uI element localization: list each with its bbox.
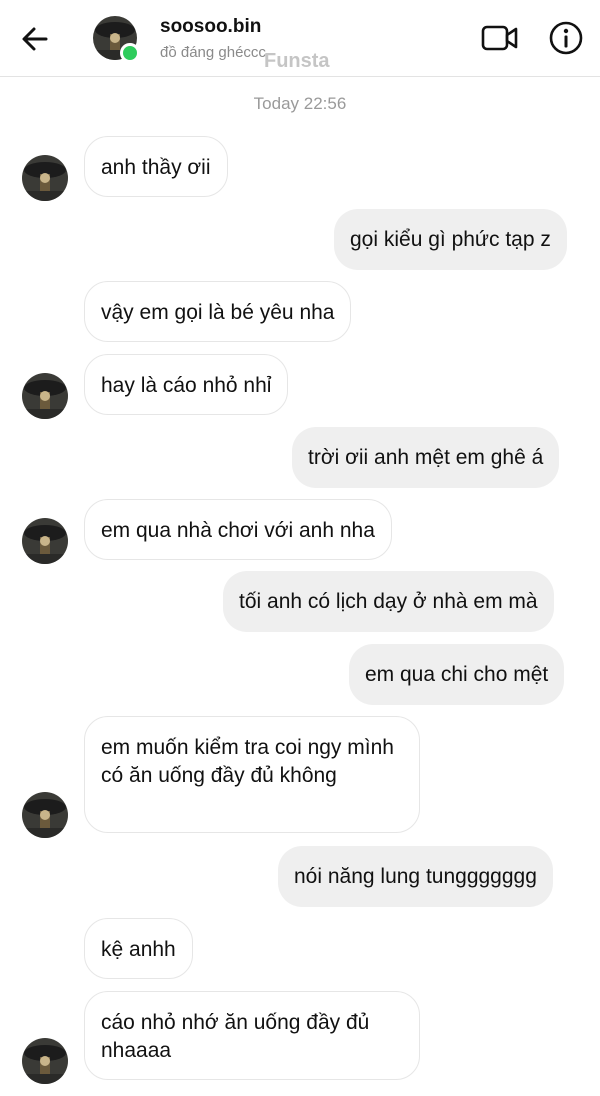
chat-status: đồ đáng ghéccc <box>160 44 266 61</box>
message-bubble-outgoing[interactable]: nói năng lung tunggggggg <box>278 846 553 907</box>
watermark: Funsta <box>264 50 330 72</box>
arrow-left-icon <box>22 27 48 51</box>
sender-avatar[interactable] <box>22 792 68 838</box>
message-bubble-incoming[interactable]: em muốn kiểm tra coi ngy mình có ăn uống… <box>84 716 420 833</box>
info-icon <box>549 21 583 55</box>
sender-avatar[interactable] <box>22 155 68 201</box>
avatar-image <box>22 518 68 564</box>
message-bubble-incoming[interactable]: anh thầy ơii <box>84 136 228 197</box>
message-bubble-incoming[interactable]: hay là cáo nhỏ nhỉ <box>84 354 289 415</box>
message-bubble-outgoing[interactable]: trời ơii anh mệt em ghê á <box>292 427 560 488</box>
avatar-image <box>22 792 68 838</box>
chat-username[interactable]: soosoo.bin <box>160 16 261 38</box>
message-bubble-outgoing[interactable]: em qua chi cho mệt <box>349 644 565 705</box>
sender-avatar[interactable] <box>22 1038 68 1084</box>
chat-header: soosoo.bin đồ đáng ghéccc Funsta <box>0 0 600 77</box>
avatar-image <box>22 373 68 419</box>
info-button[interactable] <box>548 20 584 56</box>
sender-avatar[interactable] <box>22 518 68 564</box>
message-bubble-outgoing[interactable]: tối anh có lịch dạy ở nhà em mà <box>223 571 554 632</box>
avatar-image <box>22 155 68 201</box>
sender-avatar[interactable] <box>22 373 68 419</box>
video-call-icon <box>481 25 518 51</box>
message-bubble-incoming[interactable]: em qua nhà chơi với anh nha <box>84 499 392 560</box>
message-bubble-outgoing[interactable]: gọi kiểu gì phức tạp z <box>334 209 567 270</box>
header-avatar[interactable] <box>93 16 140 63</box>
video-call-button[interactable] <box>480 20 520 56</box>
message-bubble-incoming[interactable]: vậy em gọi là bé yêu nha <box>84 281 352 342</box>
message-timestamp: Today 22:56 <box>253 94 347 113</box>
online-indicator <box>120 43 140 63</box>
message-bubble-incoming[interactable]: cáo nhỏ nhớ ăn uống đầy đủ nhaaaa <box>84 991 420 1080</box>
message-bubble-incoming[interactable]: kệ anhh <box>84 918 193 979</box>
back-button[interactable] <box>18 22 52 56</box>
avatar-image <box>22 1038 68 1084</box>
